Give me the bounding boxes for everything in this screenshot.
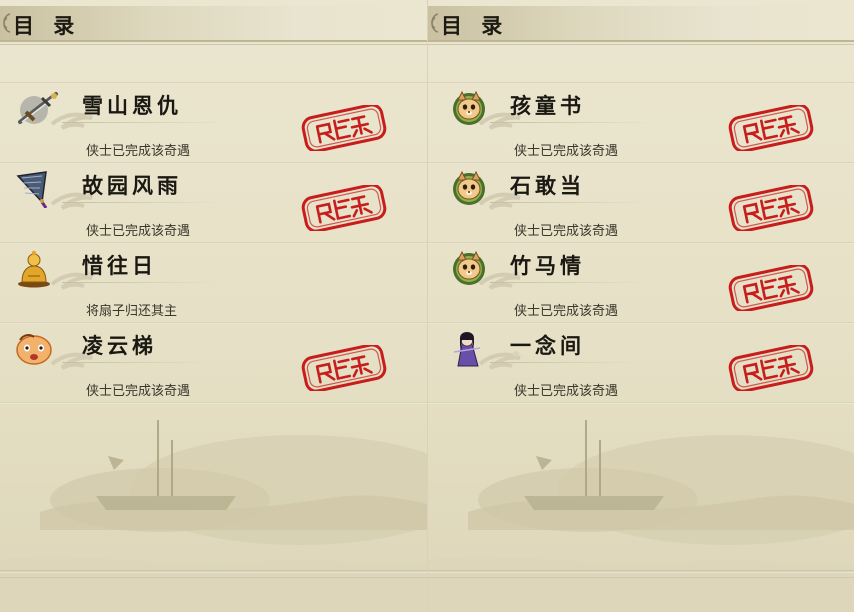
divider bbox=[0, 44, 427, 45]
divider bbox=[428, 44, 854, 45]
cat-icon bbox=[444, 168, 494, 208]
face-icon bbox=[12, 328, 62, 368]
divider bbox=[490, 282, 645, 283]
adventure-status: 将扇子归还其主 bbox=[86, 304, 178, 319]
completed-stamp-icon bbox=[300, 105, 388, 151]
buddha-icon bbox=[12, 248, 62, 288]
right-page: 目 录 孩童书 侠士已完成该奇遇 石敢当 侠士已完成该奇遇 竹马情 侠士已完成该… bbox=[427, 0, 854, 612]
adventure-status: 侠士已完成该奇遇 bbox=[86, 384, 191, 399]
divider bbox=[0, 577, 427, 578]
divider bbox=[0, 402, 427, 404]
adventure-entry[interactable]: 故园风雨 侠士已完成该奇遇 bbox=[0, 162, 427, 242]
left-page: 目 录 雪山恩仇 侠士已完成该奇遇 故园风雨 侠士已完成该奇遇 惜往日 将扇子归… bbox=[0, 0, 427, 612]
adventure-entry[interactable]: 竹马情 侠士已完成该奇遇 bbox=[428, 242, 854, 322]
adventure-name: 竹马情 bbox=[510, 253, 585, 278]
divider bbox=[490, 362, 645, 363]
completed-stamp-icon bbox=[300, 185, 388, 231]
divider bbox=[428, 570, 854, 573]
scroll-ornament-icon bbox=[428, 12, 440, 34]
adventure-entry[interactable]: 凌云梯 侠士已完成该奇遇 bbox=[0, 322, 427, 402]
adventure-entry[interactable]: 雪山恩仇 侠士已完成该奇遇 bbox=[0, 82, 427, 162]
maiden-icon bbox=[444, 328, 494, 368]
divider bbox=[490, 202, 645, 203]
adventure-status: 侠士已完成该奇遇 bbox=[86, 224, 191, 239]
adventure-name: 凌云梯 bbox=[82, 333, 157, 358]
cat-icon bbox=[444, 88, 494, 128]
page-header: 目 录 bbox=[0, 6, 427, 42]
completed-stamp-icon bbox=[727, 345, 815, 391]
completed-stamp-icon bbox=[727, 185, 815, 231]
scroll-ornament-icon bbox=[0, 12, 12, 34]
adventure-entry[interactable]: 石敢当 侠士已完成该奇遇 bbox=[428, 162, 854, 242]
fan-icon bbox=[12, 168, 62, 208]
landscape-background bbox=[428, 400, 854, 612]
adventure-entry[interactable]: 孩童书 侠士已完成该奇遇 bbox=[428, 82, 854, 162]
completed-stamp-icon bbox=[727, 265, 815, 311]
adventure-name: 故园风雨 bbox=[82, 173, 182, 198]
sword-icon bbox=[12, 88, 62, 128]
divider bbox=[62, 282, 217, 283]
divider bbox=[62, 362, 217, 363]
divider bbox=[62, 122, 217, 123]
divider bbox=[490, 122, 645, 123]
completed-stamp-icon bbox=[300, 345, 388, 391]
adventure-status: 侠士已完成该奇遇 bbox=[514, 384, 619, 399]
adventure-status: 侠士已完成该奇遇 bbox=[86, 144, 191, 159]
adventure-entry[interactable]: 惜往日 将扇子归还其主 bbox=[0, 242, 427, 322]
adventure-name: 孩童书 bbox=[510, 93, 585, 118]
completed-stamp-icon bbox=[727, 105, 815, 151]
page-title: 目 录 bbox=[441, 13, 509, 38]
page-header: 目 录 bbox=[428, 6, 854, 42]
landscape-background bbox=[0, 400, 427, 612]
cat-icon bbox=[444, 248, 494, 288]
adventure-name: 一念间 bbox=[510, 333, 585, 358]
adventure-name: 雪山恩仇 bbox=[82, 93, 182, 118]
page-title: 目 录 bbox=[13, 13, 81, 38]
divider bbox=[62, 202, 217, 203]
adventure-name: 石敢当 bbox=[510, 173, 585, 198]
divider bbox=[428, 402, 854, 404]
adventure-entry[interactable]: 一念间 侠士已完成该奇遇 bbox=[428, 322, 854, 402]
adventure-name: 惜往日 bbox=[82, 253, 157, 278]
adventure-status: 侠士已完成该奇遇 bbox=[514, 224, 619, 239]
divider bbox=[0, 570, 427, 573]
adventure-status: 侠士已完成该奇遇 bbox=[514, 304, 619, 319]
divider bbox=[428, 577, 854, 578]
adventure-status: 侠士已完成该奇遇 bbox=[514, 144, 619, 159]
